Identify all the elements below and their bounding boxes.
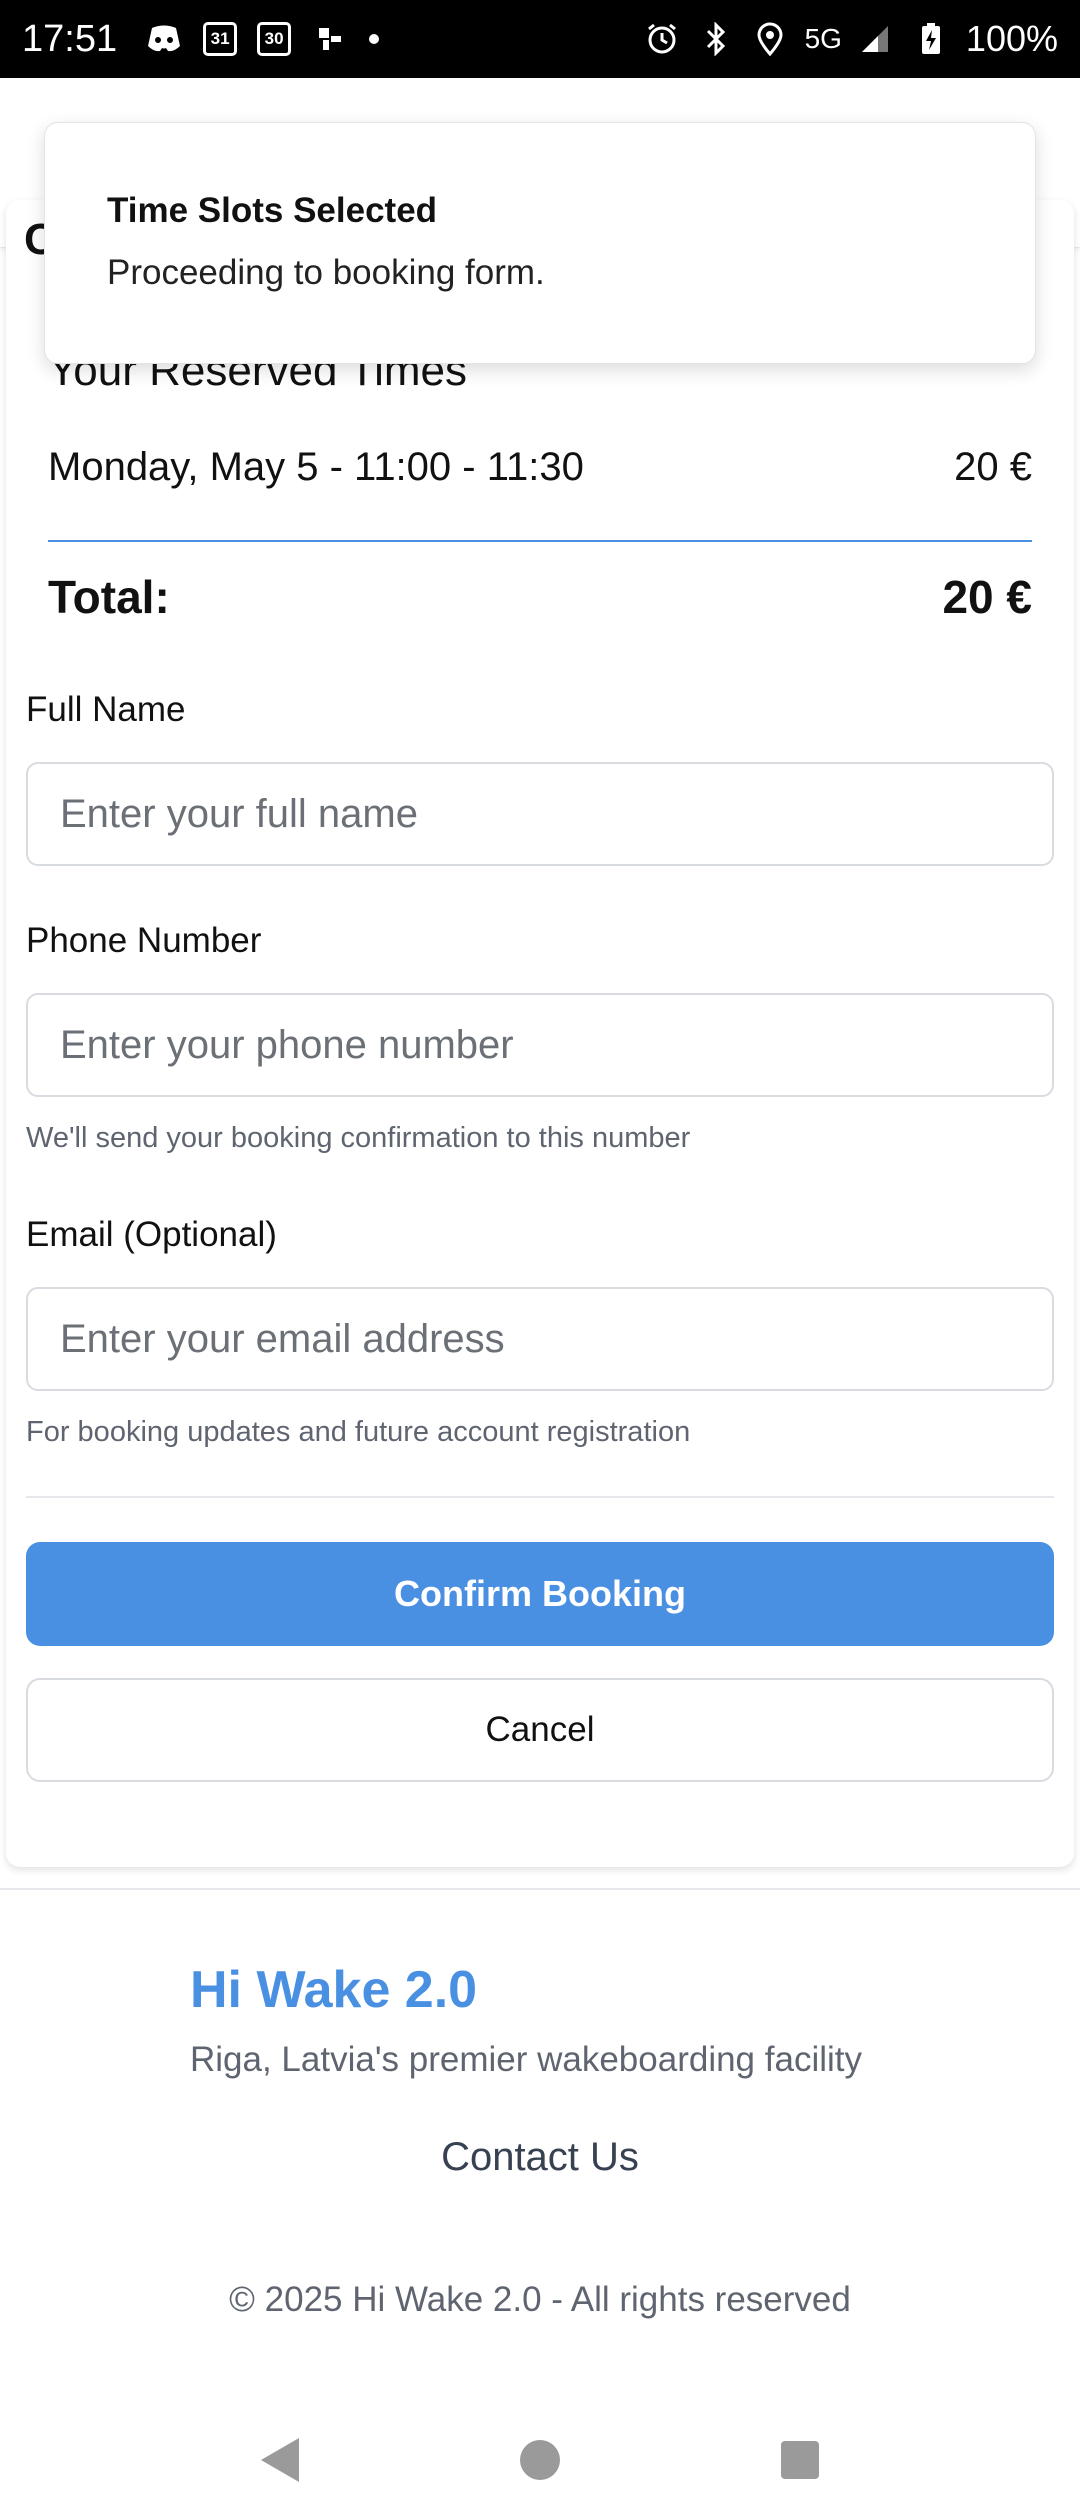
bluetooth-icon [697, 20, 735, 58]
toast-notification[interactable]: Time Slots Selected Proceeding to bookin… [44, 122, 1036, 364]
phone-number-input[interactable] [26, 993, 1054, 1097]
alarm-icon [643, 20, 681, 58]
back-icon[interactable] [260, 2438, 299, 2482]
footer-copyright: © 2025 Hi Wake 2.0 - All rights reserved [229, 2280, 851, 2319]
full-name-input[interactable] [26, 762, 1054, 866]
form-divider [26, 1496, 1054, 1498]
status-bar: 17:51 31 30 5G 100% [0, 0, 1080, 78]
battery-level: 100% [965, 18, 1058, 59]
location-icon [751, 20, 789, 58]
cancel-button[interactable]: Cancel [26, 1678, 1054, 1782]
email-input[interactable] [26, 1287, 1054, 1391]
email-label: Email (Optional) [26, 1215, 277, 1254]
contact-us-link[interactable]: Contact Us [0, 2135, 1080, 2180]
slack-icon [311, 20, 349, 58]
slot-label: Monday, May 5 - 11:00 - 11:30 [48, 445, 584, 489]
calendar-icon-2: 30 [257, 22, 292, 56]
recents-icon[interactable] [781, 2441, 820, 2479]
system-icons: 5G 100% [643, 18, 1058, 60]
network-type: 5G [804, 23, 842, 54]
home-icon[interactable] [519, 2440, 560, 2480]
more-notifications-icon [369, 34, 380, 44]
full-name-label: Full Name [26, 690, 186, 729]
battery-charging-icon [912, 20, 950, 58]
footer-brand: Hi Wake 2.0 [190, 1961, 478, 2019]
footer-divider [0, 1888, 1080, 1890]
phone-number-label: Phone Number [26, 921, 262, 960]
system-nav-bar [0, 2400, 1080, 2520]
slots-divider [48, 540, 1032, 542]
footer-tagline: Riga, Latvia's premier wakeboarding faci… [190, 2040, 862, 2079]
email-hint: For booking updates and future account r… [26, 1416, 691, 1448]
notification-icons: 31 30 [145, 20, 380, 58]
confirm-booking-button[interactable]: Confirm Booking [26, 1542, 1054, 1646]
total-value: 20 € [942, 571, 1032, 623]
discord-icon [145, 20, 183, 58]
total-row: Total: 20 € [48, 570, 1032, 624]
total-label: Total: [48, 571, 170, 623]
toast-title: Time Slots Selected [107, 191, 438, 230]
calendar-icon: 31 [203, 22, 238, 56]
signal-icon [858, 20, 896, 58]
phone-hint: We'll send your booking confirmation to … [26, 1122, 691, 1154]
status-time: 17:51 [22, 17, 118, 60]
toast-message: Proceeding to booking form. [107, 253, 545, 292]
reserved-slot-row: Monday, May 5 - 11:00 - 11:30 20 € [48, 445, 1032, 490]
slot-price: 20 € [954, 445, 1032, 489]
